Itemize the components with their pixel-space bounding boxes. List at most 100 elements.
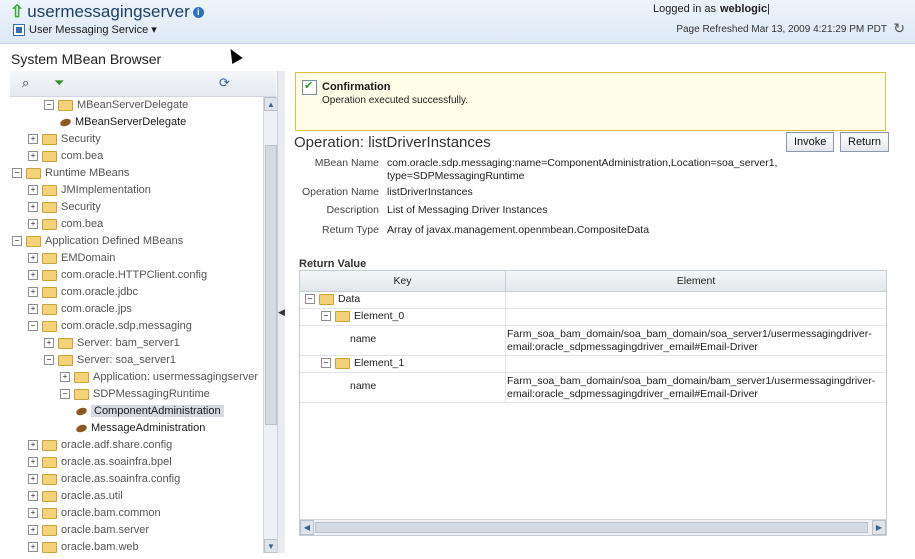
expand-icon[interactable]: + (28, 525, 38, 536)
tree-vertical-scrollbar[interactable]: ▲ ▼ (263, 97, 278, 553)
tree-node[interactable]: + com.oracle.jdbc (28, 284, 138, 301)
tree-node[interactable]: + Security (28, 199, 101, 216)
tree-node[interactable]: − SDPMessagingRuntime (60, 386, 210, 403)
tree-node-label[interactable]: oracle.adf.share.config (61, 439, 172, 451)
tree-node-label[interactable]: Server: soa_server1 (77, 354, 176, 366)
tree-node-label[interactable]: Application: usermessagingserver (93, 371, 258, 383)
tree-node-label[interactable]: com.oracle.jdbc (61, 286, 138, 298)
tree-node-label[interactable]: com.bea (61, 218, 103, 230)
filter-icon[interactable]: ⏷ (54, 75, 64, 91)
expand-icon[interactable]: + (28, 151, 38, 162)
expand-icon[interactable]: + (28, 508, 38, 519)
tree-node-label[interactable]: SDPMessagingRuntime (93, 388, 210, 400)
table-row[interactable]: name Farm_soa_bam_domain/soa_bam_domain/s… (300, 326, 886, 356)
expand-icon[interactable]: + (28, 457, 38, 468)
return-button[interactable]: Return (840, 132, 890, 152)
expand-icon[interactable]: + (28, 440, 38, 451)
tree-node[interactable]: + JMImplementation (28, 182, 151, 199)
tree-node-label[interactable]: oracle.bam.common (61, 507, 161, 519)
collapse-icon[interactable]: − (44, 355, 54, 366)
tree-node-label[interactable]: com.oracle.jps (61, 303, 132, 315)
target-menu[interactable]: User Messaging Service ▾ (13, 23, 157, 37)
tree-node-label[interactable]: Runtime MBeans (45, 167, 129, 179)
tree-node[interactable]: − Server: soa_server1 (44, 352, 176, 369)
hscroll-thumb[interactable] (315, 522, 868, 533)
tree-node-label[interactable]: oracle.bam.server (61, 524, 149, 536)
invoke-button[interactable]: Invoke (786, 132, 835, 152)
expand-icon[interactable]: + (28, 185, 38, 196)
tree-node[interactable]: ComponentAdministration (75, 403, 224, 420)
tree-node[interactable]: + oracle.bam.common (28, 505, 161, 522)
refresh-tree-icon[interactable]: ⟳ (219, 75, 230, 91)
tree-node-label[interactable]: ComponentAdministration (91, 405, 224, 417)
tree-node-label[interactable]: com.oracle.sdp.messaging (61, 320, 192, 332)
collapse-icon[interactable]: − (12, 236, 22, 247)
scroll-down-arrow[interactable]: ▼ (264, 539, 278, 553)
info-icon[interactable]: i (192, 7, 204, 19)
collapse-left-icon[interactable]: ◀ (278, 307, 285, 318)
tree-node[interactable]: + oracle.as.util (28, 488, 123, 505)
tree-node-label[interactable]: MBeanServerDelegate (75, 116, 186, 128)
tree-node-label[interactable]: com.oracle.HTTPClient.config (61, 269, 207, 281)
expand-icon[interactable]: + (28, 287, 38, 298)
tree-node[interactable]: + oracle.as.soainfra.bpel (28, 454, 172, 471)
expand-icon[interactable]: + (28, 219, 38, 230)
tree-node-label[interactable]: oracle.bam.web (61, 541, 139, 553)
tree-node[interactable]: + oracle.bam.server (28, 522, 149, 539)
collapse-icon[interactable]: − (44, 100, 54, 111)
tree-node[interactable]: − MBeanServerDelegate (44, 97, 188, 114)
expand-icon[interactable]: + (28, 491, 38, 502)
tree-node[interactable]: + Server: bam_server1 (44, 335, 180, 352)
tree-node-label[interactable]: com.bea (61, 150, 103, 162)
refresh-icon[interactable]: ↻ (893, 20, 905, 37)
tree-node[interactable]: + com.bea (28, 216, 103, 233)
expand-icon[interactable]: + (28, 134, 38, 145)
tree-node-label[interactable]: Security (61, 201, 101, 213)
tree-node-label[interactable]: Application Defined MBeans (45, 235, 183, 247)
pane-splitter[interactable]: ◀ (277, 71, 285, 553)
expand-icon[interactable]: + (28, 253, 38, 264)
table-row[interactable]: name Farm_soa_bam_domain/soa_bam_domain/b… (300, 373, 886, 403)
tree-node[interactable]: + com.bea (28, 148, 103, 165)
tree-node[interactable]: + EMDomain (28, 250, 115, 267)
scroll-thumb[interactable] (265, 145, 277, 425)
tree-node[interactable]: + oracle.bam.web (28, 539, 139, 553)
tree-node[interactable]: + Security (28, 131, 101, 148)
column-header-key[interactable]: Key (300, 271, 506, 291)
collapse-icon[interactable]: − (60, 389, 70, 400)
tree-node[interactable]: MessageAdministration (75, 420, 205, 437)
table-horizontal-scrollbar[interactable]: ◀ ▶ (300, 519, 886, 535)
tree-node-label[interactable]: Server: bam_server1 (77, 337, 180, 349)
collapse-icon[interactable]: − (321, 311, 331, 322)
tree-node[interactable]: + Application: usermessagingserver (60, 369, 258, 386)
collapse-icon[interactable]: − (305, 294, 315, 305)
tree-node[interactable]: + oracle.as.soainfra.config (28, 471, 180, 488)
tree-node[interactable]: − Application Defined MBeans (12, 233, 183, 250)
expand-icon[interactable]: + (28, 542, 38, 553)
tree-node-label[interactable]: MBeanServerDelegate (77, 99, 188, 111)
scroll-left-arrow[interactable]: ◀ (300, 520, 314, 535)
tree-node-label[interactable]: oracle.as.soainfra.config (61, 473, 180, 485)
collapse-icon[interactable]: − (12, 168, 22, 179)
up-arrow-icon[interactable]: ⇧ (10, 2, 24, 21)
tree-node-label[interactable]: Security (61, 133, 101, 145)
tree-node[interactable]: MBeanServerDelegate (59, 114, 186, 131)
column-header-element[interactable]: Element (506, 271, 886, 291)
tree-node[interactable]: + com.oracle.HTTPClient.config (28, 267, 207, 284)
user-link[interactable]: weblogic (720, 3, 767, 15)
tree-node-label[interactable]: EMDomain (61, 252, 115, 264)
table-row[interactable]: − Element_0 (300, 309, 886, 326)
tree-node[interactable]: + oracle.adf.share.config (28, 437, 172, 454)
expand-icon[interactable]: + (28, 304, 38, 315)
scroll-right-arrow[interactable]: ▶ (872, 520, 886, 535)
tree-node-label[interactable]: JMImplementation (61, 184, 151, 196)
tree-node-label[interactable]: oracle.as.soainfra.bpel (61, 456, 172, 468)
expand-icon[interactable]: + (28, 270, 38, 281)
expand-icon[interactable]: + (44, 338, 54, 349)
tree-node[interactable]: + com.oracle.jps (28, 301, 132, 318)
table-row[interactable]: − Element_1 (300, 356, 886, 373)
find-binoculars-icon[interactable]: ⌕ (22, 75, 29, 91)
tree-node-label[interactable]: oracle.as.util (61, 490, 123, 502)
expand-icon[interactable]: + (60, 372, 70, 383)
tree-node[interactable]: − com.oracle.sdp.messaging (28, 318, 192, 335)
